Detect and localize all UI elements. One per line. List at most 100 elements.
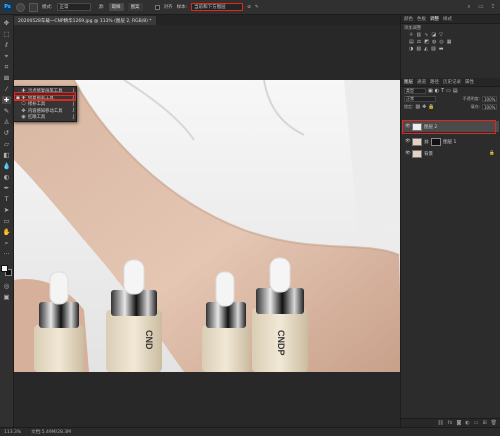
vibrance-icon[interactable]: ▽ — [439, 32, 443, 38]
tools-panel: ✥ ⬚ ℓ ⌖ ⌗ ⊠ ⁄ ✚ ✎ ♙ ↺ ▱ ◧ 💧 ◐ ✒ T ➤ ▭ ✋ … — [0, 15, 14, 427]
foreground-color-swatch[interactable] — [1, 265, 8, 272]
brightness-icon[interactable]: ☼ — [409, 32, 413, 38]
layer-row-layer-1[interactable]: 👁 ⛓ 图层 1 — [402, 136, 499, 147]
flyout-item-red-eye[interactable]: ◉ 红眼工具 J — [14, 114, 76, 121]
flyout-item-label: 修复画笔工具 — [28, 95, 54, 101]
ignore-adjustment-icon[interactable]: ⊘ — [247, 5, 251, 10]
canvas[interactable]: CND CNDP — [14, 80, 402, 372]
new-layer-icon[interactable]: ⊞ — [482, 420, 486, 426]
brush-preset-picker[interactable] — [29, 2, 38, 12]
history-brush-tool-icon[interactable]: ↺ — [2, 129, 11, 137]
new-group-icon[interactable]: ▭ — [474, 420, 479, 426]
adjustment-icons-row-3: ◑ ▧ ◭ ▨ ▬ — [401, 45, 500, 52]
visibility-eye-icon[interactable]: 👁 — [405, 151, 411, 156]
selective-color-icon[interactable]: ▨ — [431, 46, 436, 52]
filter-shape-icon[interactable]: ▭ — [446, 88, 451, 94]
more-tools-icon[interactable]: ··· — [2, 250, 11, 258]
hue-saturation-icon[interactable]: ▤ — [409, 39, 414, 45]
eraser-tool-icon[interactable]: ▱ — [2, 140, 11, 148]
eyedropper-tool-icon[interactable]: ⁄ — [2, 85, 11, 93]
photo-filter-icon[interactable]: ◍ — [432, 39, 436, 45]
tab-properties[interactable]: 属性 — [465, 79, 474, 85]
add-mask-icon[interactable]: ◙ — [456, 420, 461, 426]
tab-layers[interactable]: 图层 — [404, 79, 413, 85]
path-select-tool-icon[interactable]: ➤ — [2, 206, 11, 214]
levels-icon[interactable]: ▥ — [416, 32, 421, 38]
search-icon[interactable]: ⌕ — [465, 3, 473, 11]
fx-icon[interactable]: fx — [448, 420, 453, 426]
move-tool-icon[interactable]: ✥ — [2, 19, 11, 27]
crop-tool-icon[interactable]: ⌗ — [2, 63, 11, 71]
visibility-eye-icon[interactable]: 👁 — [405, 139, 411, 144]
delete-layer-icon[interactable]: 🗑 — [491, 420, 497, 426]
lock-all-icon[interactable]: 🔒 — [428, 104, 434, 110]
tab-adjustments[interactable]: 调整 — [430, 16, 439, 22]
aligned-checkbox[interactable] — [154, 4, 160, 10]
curves-icon[interactable]: ∿ — [424, 32, 428, 38]
stamp-tool-icon[interactable]: ♙ — [2, 118, 11, 126]
filter-pixel-icon[interactable]: ▣ — [428, 88, 433, 94]
pressure-icon[interactable]: ✎ — [255, 5, 259, 10]
filter-type-icon[interactable]: T — [441, 88, 444, 94]
healing-brush-tool-icon[interactable]: ✚ — [2, 96, 11, 104]
gradient-tool-icon[interactable]: ◧ — [2, 151, 11, 159]
workspace-icon[interactable]: ▭ — [477, 3, 485, 11]
invert-icon[interactable]: ◑ — [409, 46, 413, 52]
zoom-readout[interactable]: 113.3% — [4, 430, 21, 435]
quick-mask-icon[interactable]: ◎ — [2, 282, 11, 290]
document-tab[interactable]: 20200528车载一CNP精华1269.jpg @ 113% (图层 2, R… — [14, 16, 156, 25]
layer-row-layer-2[interactable]: 👁 图层 2 — [402, 121, 499, 132]
pen-tool-icon[interactable]: ✒ — [2, 184, 11, 192]
color-lookup-icon[interactable]: ▦ — [447, 39, 452, 45]
source-sampled-button[interactable]: 取样 — [108, 3, 124, 11]
posterize-icon[interactable]: ▧ — [416, 46, 421, 52]
blend-mode-select[interactable]: 正常 — [404, 96, 436, 102]
blur-tool-icon[interactable]: 💧 — [2, 162, 11, 170]
gradient-map-icon[interactable]: ▬ — [439, 46, 444, 52]
color-swatches[interactable] — [1, 265, 12, 276]
tool-preset-picker[interactable] — [16, 2, 25, 12]
quick-select-tool-icon[interactable]: ⌖ — [2, 52, 11, 60]
black-white-icon[interactable]: ◩ — [424, 39, 429, 45]
brush-tool-icon[interactable]: ✎ — [2, 107, 11, 115]
share-icon[interactable]: ⇪ — [489, 3, 497, 11]
tab-styles[interactable]: 样式 — [443, 16, 452, 22]
lock-pixels-icon[interactable]: ▨ — [415, 104, 420, 110]
threshold-icon[interactable]: ◭ — [424, 46, 428, 52]
source-pattern-button[interactable]: 图案 — [127, 3, 143, 11]
screen-mode-icon[interactable]: ▣ — [2, 293, 11, 301]
hand-tool-icon[interactable]: ✋ — [2, 228, 11, 236]
new-adjustment-icon[interactable]: ◐ — [465, 420, 469, 426]
layer-mask-thumbnail[interactable] — [431, 137, 442, 146]
frame-tool-icon[interactable]: ⊠ — [2, 74, 11, 82]
sample-select[interactable]: 当前和下方图层 — [191, 3, 244, 11]
layer-row-background[interactable]: 👁 背景 🔒 — [402, 148, 499, 159]
marquee-tool-icon[interactable]: ⬚ — [2, 30, 11, 38]
tab-color[interactable]: 颜色 — [404, 16, 413, 22]
mode-select[interactable]: 正常 — [56, 3, 91, 11]
document-size-readout[interactable]: 文档:5.49M/28.3M — [31, 429, 71, 435]
opacity-input[interactable]: 100% — [482, 96, 497, 102]
tab-history[interactable]: 历史记录 — [443, 79, 461, 85]
zoom-tool-icon[interactable]: ⌕ — [2, 239, 11, 247]
dodge-tool-icon[interactable]: ◐ — [2, 173, 11, 181]
layer-kind-select[interactable]: 类型 — [404, 88, 426, 94]
link-layers-icon[interactable]: ⛓ — [437, 420, 443, 426]
exposure-icon[interactable]: ◪ — [431, 32, 436, 38]
shape-tool-icon[interactable]: ▭ — [2, 217, 11, 225]
lasso-tool-icon[interactable]: ℓ — [2, 41, 11, 49]
type-tool-icon[interactable]: T — [2, 195, 11, 203]
tab-swatches[interactable]: 色板 — [417, 16, 426, 22]
filter-smart-icon[interactable]: ▤ — [453, 88, 458, 94]
channel-mixer-icon[interactable]: ◎ — [439, 39, 443, 45]
lock-position-icon[interactable]: ✥ — [422, 104, 426, 110]
active-indicator: ■ — [16, 95, 20, 101]
source-label: 源: — [98, 5, 105, 10]
tab-paths[interactable]: 路径 — [430, 79, 439, 85]
visibility-eye-icon[interactable]: 👁 — [405, 124, 411, 129]
tab-channels[interactable]: 通道 — [417, 79, 426, 85]
color-balance-icon[interactable]: ⚖ — [417, 39, 421, 45]
flyout-item-shortcut: J — [72, 108, 74, 114]
fill-input[interactable]: 100% — [482, 104, 497, 110]
filter-adjust-icon[interactable]: ◐ — [435, 88, 439, 94]
